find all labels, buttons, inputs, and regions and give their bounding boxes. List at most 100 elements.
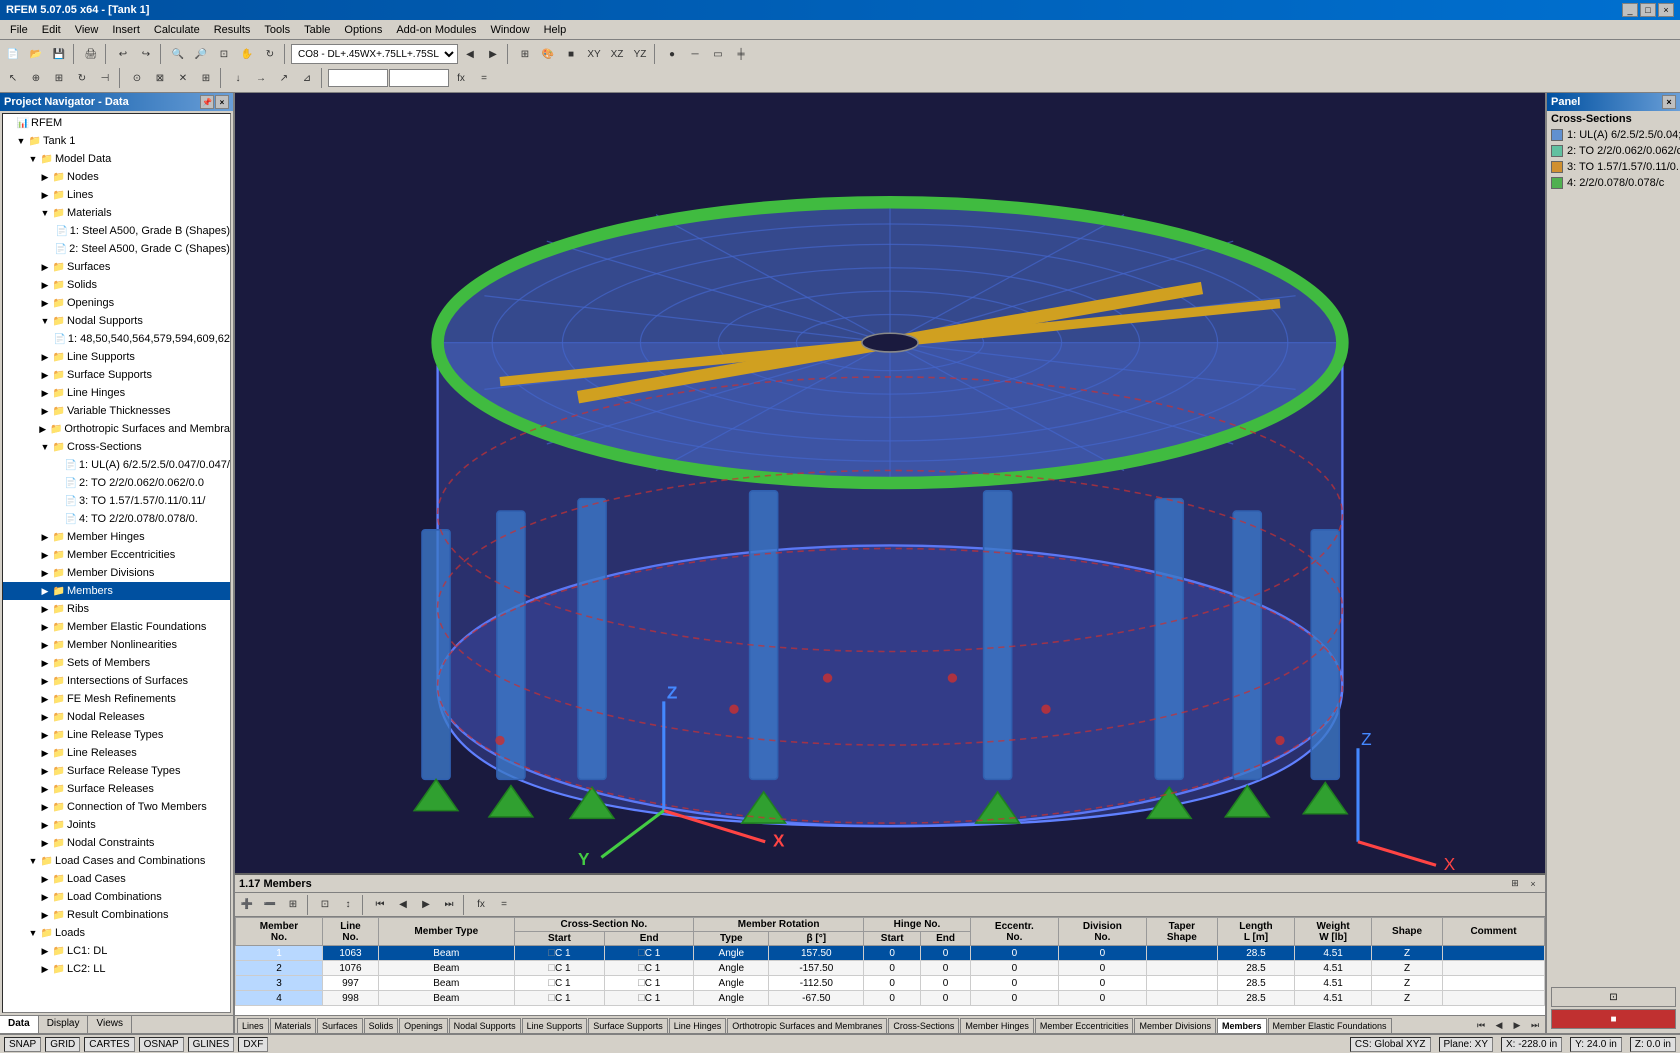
- expand-icon-lc2ll[interactable]: ▶: [39, 964, 51, 975]
- table-new-row[interactable]: ➕: [236, 894, 258, 916]
- tab-display[interactable]: Display: [39, 1016, 89, 1033]
- menu-tools[interactable]: Tools: [258, 22, 296, 38]
- expand-icon-femeshrefinements[interactable]: ▶: [39, 694, 51, 705]
- col-tab-cross-sections[interactable]: Cross-Sections: [888, 1018, 959, 1033]
- status-glines[interactable]: GLINES: [188, 1037, 235, 1052]
- tree-item-nodalconstraints[interactable]: ▶📁Nodal Constraints: [3, 834, 230, 852]
- tree-item-memberelasticfoundations[interactable]: ▶📁Member Elastic Foundations: [3, 618, 230, 636]
- col-tab-line-supports[interactable]: Line Supports: [522, 1018, 588, 1033]
- tree-item-linereleasetypes[interactable]: ▶📁Line Release Types: [3, 726, 230, 744]
- minimize-button[interactable]: _: [1622, 3, 1638, 17]
- expand-icon-memberdivisions[interactable]: ▶: [39, 568, 51, 579]
- col-tab-materials[interactable]: Materials: [270, 1018, 317, 1033]
- close-button[interactable]: ×: [1658, 3, 1674, 17]
- table-row[interactable]: 1 1063 Beam □C 1 □C 1 Angle 157.50 0 0 0…: [236, 946, 1545, 961]
- tree-item-members[interactable]: ▶📁Members: [3, 582, 230, 600]
- zoom-all-btn[interactable]: ⊡: [213, 43, 235, 65]
- expand-icon-linesupports[interactable]: ▶: [39, 352, 51, 363]
- col-tab-member-ecc[interactable]: Member Eccentricities: [1035, 1018, 1134, 1033]
- table-prev-btn[interactable]: ◀: [392, 894, 414, 916]
- expand-icon-tank1[interactable]: ▼: [15, 136, 27, 146]
- expand-icon-ribs[interactable]: ▶: [39, 604, 51, 615]
- expand-icon-loadcombinations[interactable]: ▶: [39, 892, 51, 903]
- tree-item-lc1dl[interactable]: ▶📁LC1: DL: [3, 942, 230, 960]
- expand-icon-solids[interactable]: ▶: [39, 280, 51, 291]
- col-tab-openings[interactable]: Openings: [399, 1018, 448, 1033]
- tree-item-joints[interactable]: ▶📁Joints: [3, 816, 230, 834]
- cs-item-1[interactable]: 2: TO 2/2/0.062/0.062/c: [1547, 143, 1680, 159]
- expand-icon-surfacereleases[interactable]: ▶: [39, 784, 51, 795]
- cs-item-3[interactable]: 4: 2/2/0.078/0.078/c: [1547, 175, 1680, 191]
- tree-item-femeshrefinements[interactable]: ▶📁FE Mesh Refinements: [3, 690, 230, 708]
- fx-btn[interactable]: fx: [450, 67, 472, 89]
- mirror-btn[interactable]: ⊣: [94, 67, 116, 89]
- tree-item-cs4[interactable]: 📄4: TO 2/2/0.078/0.078/0.: [3, 510, 230, 528]
- panel-close-btn[interactable]: ×: [1662, 95, 1676, 109]
- tree-item-connectionoftwomembers[interactable]: ▶📁Connection of Two Members: [3, 798, 230, 816]
- tree-item-modeldata[interactable]: ▼📁Model Data: [3, 150, 230, 168]
- table-close-btn[interactable]: ×: [1525, 876, 1541, 892]
- table-eq-btn[interactable]: =: [493, 894, 515, 916]
- redo-btn[interactable]: ↪: [135, 43, 157, 65]
- cs-item-0[interactable]: 1: UL(A) 6/2.5/2.5/0.04;: [1547, 127, 1680, 143]
- prev-case-btn[interactable]: ◀: [459, 43, 481, 65]
- expand-icon-openings[interactable]: ▶: [39, 298, 51, 309]
- select-btn[interactable]: ↖: [2, 67, 24, 89]
- col-tab-surfaces[interactable]: Surfaces: [317, 1018, 363, 1033]
- expand-icon-loads[interactable]: ▼: [27, 928, 39, 938]
- col-tab-surface-supports[interactable]: Surface Supports: [588, 1018, 668, 1033]
- next-case-btn[interactable]: ▶: [482, 43, 504, 65]
- menu-window[interactable]: Window: [484, 22, 535, 38]
- zoom-out-btn[interactable]: 🔎: [190, 43, 212, 65]
- display-btn[interactable]: ⊞: [514, 43, 536, 65]
- save-btn[interactable]: 💾: [48, 43, 70, 65]
- line-btn[interactable]: ─: [684, 43, 706, 65]
- status-snap[interactable]: SNAP: [4, 1037, 41, 1052]
- color-btn[interactable]: 🎨: [537, 43, 559, 65]
- tabs-last-btn[interactable]: ⏭: [1527, 1017, 1543, 1033]
- move-btn[interactable]: ⊕: [25, 67, 47, 89]
- tree-item-nodes[interactable]: ▶📁Nodes: [3, 168, 230, 186]
- tree-item-openings[interactable]: ▶📁Openings: [3, 294, 230, 312]
- surface-btn[interactable]: ▭: [707, 43, 729, 65]
- tree-item-loadcombinations[interactable]: ▶📁Load Combinations: [3, 888, 230, 906]
- table-row[interactable]: 3 997 Beam □C 1 □C 1 Angle -112.50 0 0 0…: [236, 976, 1545, 991]
- table-fx-btn[interactable]: fx: [470, 894, 492, 916]
- tree-item-linesupports[interactable]: ▶📁Line Supports: [3, 348, 230, 366]
- rp-color-btn[interactable]: ■: [1551, 1009, 1676, 1029]
- status-osnap[interactable]: OSNAP: [139, 1037, 184, 1052]
- expand-icon-members[interactable]: ▶: [39, 586, 51, 597]
- tree-item-materials[interactable]: ▼📁Materials: [3, 204, 230, 222]
- tree-item-intersectionsofsurfaces[interactable]: ▶📁Intersections of Surfaces: [3, 672, 230, 690]
- snap-int-btn[interactable]: ✕: [172, 67, 194, 89]
- tree-item-ns1[interactable]: 📄1: 48,50,540,564,579,594,609,62: [3, 330, 230, 348]
- tree-item-memberdivisions[interactable]: ▶📁Member Divisions: [3, 564, 230, 582]
- col-tab-orthotropic[interactable]: Orthotropic Surfaces and Membranes: [727, 1018, 887, 1033]
- table-copy-row[interactable]: ⊞: [282, 894, 304, 916]
- tabs-next-btn[interactable]: ▶: [1509, 1017, 1525, 1033]
- tree-item-mat1[interactable]: 📄1: Steel A500, Grade B (Shapes): [3, 222, 230, 240]
- tree-item-cs2[interactable]: 📄2: TO 2/2/0.062/0.062/0.0: [3, 474, 230, 492]
- restore-button[interactable]: □: [1640, 3, 1656, 17]
- tree-item-nodalsupports[interactable]: ▼📁Nodal Supports: [3, 312, 230, 330]
- expand-icon-memberhinges[interactable]: ▶: [39, 532, 51, 543]
- expand-icon-orthotropic[interactable]: ▶: [37, 424, 48, 435]
- expand-icon-membernonlinearities[interactable]: ▶: [39, 640, 51, 651]
- col-tab-solids[interactable]: Solids: [364, 1018, 399, 1033]
- tree-item-surfacereleasetypes[interactable]: ▶📁Surface Release Types: [3, 762, 230, 780]
- table-float-btn[interactable]: ⊞: [1507, 876, 1523, 892]
- menu-addon[interactable]: Add-on Modules: [390, 22, 482, 38]
- copy-btn[interactable]: ⊞: [48, 67, 70, 89]
- col-tab-member-div[interactable]: Member Divisions: [1134, 1018, 1216, 1033]
- expand-icon-nodalconstraints[interactable]: ▶: [39, 838, 51, 849]
- nav-close-btn[interactable]: ×: [215, 95, 229, 109]
- menu-insert[interactable]: Insert: [106, 22, 146, 38]
- expand-icon-modeldata[interactable]: ▼: [27, 154, 39, 164]
- expand-icon-membereccentricities[interactable]: ▶: [39, 550, 51, 561]
- menu-table[interactable]: Table: [298, 22, 336, 38]
- col-tab-member-ef[interactable]: Member Elastic Foundations: [1268, 1018, 1392, 1033]
- snap-grid-btn[interactable]: ⊞: [195, 67, 217, 89]
- expand-icon-joints[interactable]: ▶: [39, 820, 51, 831]
- tree-item-resultcombinations[interactable]: ▶📁Result Combinations: [3, 906, 230, 924]
- table-delete-row[interactable]: ➖: [259, 894, 281, 916]
